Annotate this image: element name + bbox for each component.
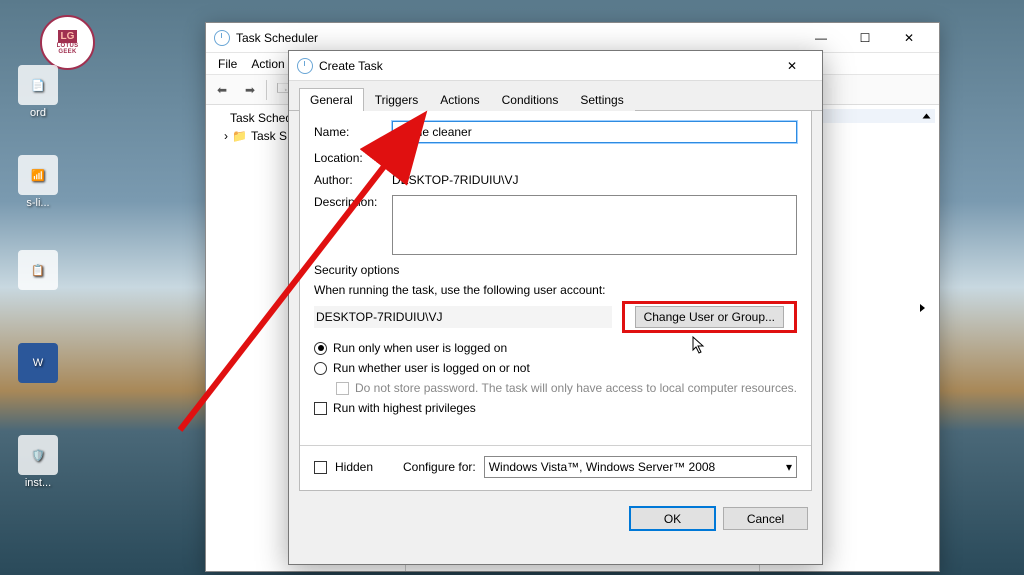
desktop-icon[interactable]: 🛡️ inst... [8, 435, 68, 489]
security-options-label: Security options [314, 263, 797, 277]
tab-settings[interactable]: Settings [569, 88, 634, 111]
configure-for-select[interactable]: Windows Vista™, Windows Server™ 2008 ▾ [484, 456, 797, 478]
menu-file[interactable]: File [212, 55, 243, 73]
shield-icon: 🛡️ [18, 435, 58, 475]
chevron-up-icon [923, 114, 931, 119]
chevron-right-icon: › [224, 129, 228, 143]
tab-actions[interactable]: Actions [429, 88, 490, 111]
create-task-dialog: Create Task ✕ General Triggers Actions C… [288, 50, 823, 565]
name-input[interactable] [392, 121, 797, 143]
security-text: When running the task, use the following… [314, 283, 797, 297]
tab-triggers[interactable]: Triggers [364, 88, 430, 111]
forward-button[interactable]: ➡ [238, 78, 262, 102]
description-input[interactable] [392, 195, 797, 255]
clock-icon [214, 30, 230, 46]
dialog-title: Create Task [319, 59, 770, 73]
word-icon: W [18, 343, 58, 383]
tab-strip: General Triggers Actions Conditions Sett… [289, 81, 822, 111]
maximize-button[interactable]: ☐ [843, 24, 887, 52]
location-value: \ [392, 151, 797, 165]
ok-button[interactable]: OK [630, 507, 715, 530]
desktop-icon[interactable]: 📋 [8, 250, 68, 292]
radio-run-logged-on[interactable]: Run only when user is logged on [314, 341, 797, 355]
radio-run-whether[interactable]: Run whether user is logged on or not [314, 361, 797, 375]
hidden-checkbox[interactable] [314, 461, 327, 474]
lotus-geek-logo: LG LOTUS GEEK [40, 15, 95, 70]
checkbox-icon [336, 382, 349, 395]
clock-icon [297, 58, 313, 74]
back-button[interactable]: ⬅ [210, 78, 234, 102]
ts-titlebar[interactable]: Task Scheduler — ☐ ✕ [206, 23, 939, 53]
highest-privileges-checkbox[interactable]: Run with highest privileges [314, 401, 797, 415]
close-button[interactable]: ✕ [887, 24, 931, 52]
user-account-value: DESKTOP-7RIDUIU\VJ [314, 306, 612, 328]
author-value: DESKTOP-7RIDUIU\VJ [392, 173, 797, 187]
desktop-icon[interactable]: W [8, 343, 68, 385]
dialog-titlebar[interactable]: Create Task ✕ [289, 51, 822, 81]
no-store-password-checkbox: Do not store password. The task will onl… [336, 381, 797, 395]
dialog-footer: OK Cancel [289, 499, 822, 540]
wifi-icon: 📶 [18, 155, 58, 195]
name-label: Name: [314, 125, 392, 139]
desktop-icon[interactable]: 📄 ord [8, 65, 68, 119]
minimize-button[interactable]: — [799, 24, 843, 52]
radio-icon [314, 342, 327, 355]
tab-general[interactable]: General [299, 88, 364, 111]
folder-icon: 📁 [232, 129, 247, 143]
chevron-right-icon [920, 304, 925, 312]
description-label: Description: [314, 195, 392, 209]
chevron-down-icon: ▾ [786, 460, 792, 474]
file-icon: 📄 [18, 65, 58, 105]
checkbox-icon [314, 402, 327, 415]
desktop-icon[interactable]: 📶 s-li... [8, 155, 68, 209]
location-label: Location: [314, 151, 392, 165]
dialog-close-button[interactable]: ✕ [770, 52, 814, 80]
cancel-button[interactable]: Cancel [723, 507, 808, 530]
doc-icon: 📋 [18, 250, 58, 290]
change-user-group-button[interactable]: Change User or Group... [622, 301, 797, 333]
configure-for-label: Configure for: [403, 460, 476, 474]
clock-icon [212, 111, 226, 125]
tab-general-panel: Name: Location: \ Author: DESKTOP-7RIDUI… [299, 111, 812, 491]
ts-title: Task Scheduler [236, 31, 799, 45]
menu-action[interactable]: Action [245, 55, 290, 73]
tab-conditions[interactable]: Conditions [491, 88, 570, 111]
hidden-label: Hidden [335, 460, 395, 474]
radio-icon [314, 362, 327, 375]
author-label: Author: [314, 173, 392, 187]
